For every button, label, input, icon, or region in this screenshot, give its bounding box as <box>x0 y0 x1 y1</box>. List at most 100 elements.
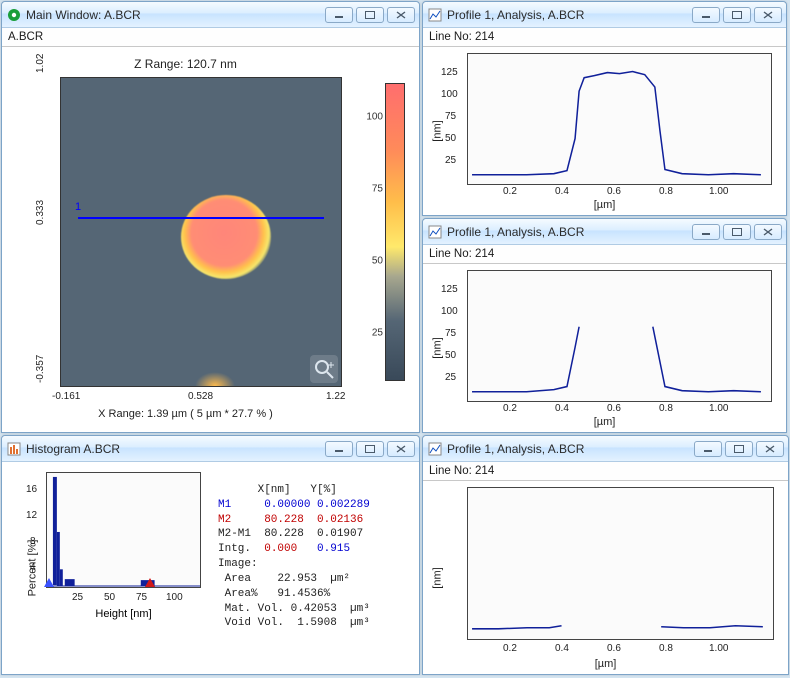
histogram-x-label: Height [nm] <box>46 608 201 620</box>
ytick: 125 <box>441 67 458 78</box>
heatmap-image[interactable]: 1 <box>60 77 342 387</box>
ytick: 125 <box>441 284 458 295</box>
histogram-window: Histogram A.BCR Percent [%] 4 8 12 16 <box>1 435 420 675</box>
close-button[interactable] <box>754 7 782 23</box>
ytick: 25 <box>445 155 456 166</box>
ytick: 12 <box>26 510 37 521</box>
xtick: 0.6 <box>607 403 621 414</box>
maximize-button[interactable] <box>723 224 751 240</box>
stat-intg-a: 0.000 <box>264 543 297 555</box>
x-tick: 0.528 <box>188 391 213 402</box>
maximize-button[interactable] <box>356 441 384 457</box>
xtick: 1.00 <box>709 186 728 197</box>
stat-intg-label: Intg. <box>218 543 251 555</box>
stat-voidvol: Void Vol. 1.5908 µm³ <box>218 617 370 629</box>
colorbar <box>385 83 405 381</box>
marker-m2[interactable] <box>145 578 155 587</box>
close-button[interactable] <box>756 441 784 457</box>
colorbar-tick: 25 <box>372 328 383 339</box>
stats-header: X[nm] Y[%] <box>218 484 337 496</box>
profile2-chart[interactable] <box>467 270 772 402</box>
stat-area-pct: Area% 91.4536% <box>218 588 330 600</box>
profile3-chart[interactable] <box>467 487 774 640</box>
y-tick: -0.357 <box>35 355 46 383</box>
xtick: 0.6 <box>607 186 621 197</box>
scan-line-label: 1 <box>75 201 81 213</box>
minimize-button[interactable] <box>325 441 353 457</box>
xtick: 0.8 <box>659 186 673 197</box>
z-range-label: Z Range: 120.7 nm <box>2 57 369 71</box>
profile2-titlebar[interactable]: Profile 1, Analysis, A.BCR <box>423 219 786 245</box>
xtick: 0.4 <box>555 403 569 414</box>
close-button[interactable] <box>754 224 782 240</box>
histogram-titlebar[interactable]: Histogram A.BCR <box>2 436 419 462</box>
heatmap-area[interactable]: 1 <box>60 77 342 387</box>
xtick: 0.2 <box>503 403 517 414</box>
xtick: 0.6 <box>607 643 621 654</box>
heatmap-plot[interactable]: Z Range: 120.7 nm Y Range: 5 µm ( 5 µm *… <box>2 47 419 432</box>
colorbar-tick: 75 <box>372 184 383 195</box>
ytick: 50 <box>445 350 456 361</box>
xtick: 75 <box>136 592 147 603</box>
close-button[interactable] <box>387 7 415 23</box>
profile-window-2: Profile 1, Analysis, A.BCR Line No: 214 … <box>422 218 787 433</box>
maximize-button[interactable] <box>723 7 751 23</box>
x-axis-label: X Range: 1.39 µm ( 5 µm * 27.7 % ) <box>2 408 369 420</box>
x-tick: -0.161 <box>52 391 80 402</box>
histogram-title: Histogram A.BCR <box>26 442 325 456</box>
xtick: 0.8 <box>659 643 673 654</box>
xtick: 0.2 <box>503 643 517 654</box>
xtick: 1.00 <box>709 643 728 654</box>
scan-line[interactable] <box>78 217 324 219</box>
profile3-title: Profile 1, Analysis, A.BCR <box>447 442 694 456</box>
minimize-button[interactable] <box>692 7 720 23</box>
profile-window-1: Profile 1, Analysis, A.BCR Line No: 214 … <box>422 1 787 216</box>
y-tick: 1.02 <box>35 54 46 73</box>
xtick: 100 <box>166 592 183 603</box>
profile1-subheader: Line No: 214 <box>423 28 786 47</box>
xtick: 50 <box>104 592 115 603</box>
xtick: 25 <box>72 592 83 603</box>
feature-blob-bottom <box>195 372 235 386</box>
stat-m2: M2 80.228 0.02136 <box>218 514 363 526</box>
app-icon <box>6 7 22 23</box>
xtick: 0.2 <box>503 186 517 197</box>
stat-matvol: Mat. Vol. 0.42053 µm³ <box>218 603 370 615</box>
chart-icon <box>427 224 443 240</box>
xtick: 0.4 <box>555 186 569 197</box>
main-titlebar[interactable]: Main Window: A.BCR <box>2 2 419 28</box>
profile1-titlebar[interactable]: Profile 1, Analysis, A.BCR <box>423 2 786 28</box>
minimize-button[interactable] <box>692 224 720 240</box>
colorbar-tick: 100 <box>366 112 383 123</box>
maximize-button[interactable] <box>356 7 384 23</box>
ytick: 100 <box>441 306 458 317</box>
main-window: Main Window: A.BCR A.BCR Z Range: 120.7 … <box>1 1 420 433</box>
profile-x-label: [µm] <box>423 658 788 670</box>
stat-intg-b: 0.915 <box>317 543 350 555</box>
y-tick: 0.333 <box>35 200 46 225</box>
marker-m1[interactable] <box>44 578 54 587</box>
stat-diff: M2-M1 80.228 0.01907 <box>218 528 363 540</box>
profile3-subheader: Line No: 214 <box>423 462 788 481</box>
minimize-button[interactable] <box>325 7 353 23</box>
main-subheader: A.BCR <box>2 28 419 47</box>
maximize-button[interactable] <box>725 441 753 457</box>
close-button[interactable] <box>387 441 415 457</box>
histogram-chart[interactable] <box>46 472 201 588</box>
colorbar-tick: 50 <box>372 256 383 267</box>
profile-y-label: [nm] <box>432 337 444 358</box>
ytick: 50 <box>445 133 456 144</box>
profile-x-label: [µm] <box>423 199 786 211</box>
ytick: 75 <box>445 111 456 122</box>
x-tick: 1.22 <box>326 391 345 402</box>
ytick: 75 <box>445 328 456 339</box>
profile3-titlebar[interactable]: Profile 1, Analysis, A.BCR <box>423 436 788 462</box>
zoom-icon[interactable] <box>310 355 338 383</box>
profile1-chart[interactable] <box>467 53 772 185</box>
ytick: 4 <box>30 562 36 573</box>
minimize-button[interactable] <box>694 441 722 457</box>
chart-icon <box>427 441 443 457</box>
ytick: 8 <box>30 536 36 547</box>
xtick: 1.00 <box>709 403 728 414</box>
stat-area: Area 22.953 µm² <box>218 573 350 585</box>
